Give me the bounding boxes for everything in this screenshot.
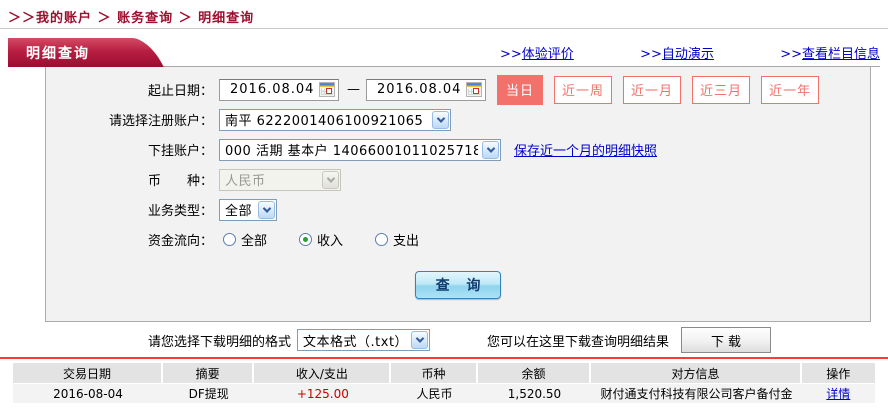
tab-detail-query[interactable]: 明细查询 [8,38,130,67]
chevron-down-icon[interactable] [411,331,429,349]
business-type-label: 业务类型： [147,204,213,219]
end-date-input[interactable]: 2016.08.04 [366,78,486,101]
sub-account-value: 000 活期 基本户 1406600101102571848 [225,144,478,159]
registered-account-row: 请选择注册账户： 南平 6222001406100921065 灵通卡 [46,105,870,134]
chevron-down-icon[interactable] [432,110,449,129]
calendar-icon[interactable] [466,82,482,97]
query-button[interactable]: 查 询 [415,271,501,299]
registered-account-select[interactable]: 南平 6222001406100921065 灵通卡 [219,108,451,131]
quick-range-quarter-button[interactable]: 近三月 [692,75,751,104]
registered-account-label: 请选择注册账户： [108,114,213,129]
chevron-down-icon [322,170,339,189]
currency-row: 币 种： 人民币 [46,165,870,194]
date-range-row: 起止日期： 2016.08.04 — 2016.08.04 当日 近一周 近一月… [46,74,870,105]
table-row: 2016-08-04 DF提现 +125.00 人民币 1,520.50 财付通… [13,384,875,403]
calendar-icon[interactable] [319,82,335,97]
sub-account-row: 下挂账户： 000 活期 基本户 1406600101102571848 保存近… [46,135,870,164]
business-type-value: 全部 [225,204,253,219]
header-balance: 余额 [478,363,592,383]
query-button-row: 查 询 [46,271,870,299]
header-action: 操作 [826,366,851,381]
download-row: 请您选择下载明细的格式 文本格式（.txt） 您可以在这里下载查询明细结果 下载 [0,327,888,353]
fund-flow-option-expense[interactable]: 支出 [375,230,419,249]
chevron-down-icon[interactable] [258,200,275,219]
link-auto-demo[interactable]: >>自动演示 [640,43,714,62]
cell-currency: 人民币 [416,387,453,401]
fund-flow-label: 资金流向： [147,234,213,249]
breadcrumb-divider [0,28,888,29]
cell-action: 详情 [802,384,875,403]
link-column-info[interactable]: >>查看栏目信息 [780,43,880,62]
currency-value: 人民币 [225,174,266,189]
fund-flow-row: 资金流向： 全部 收入 支出 [46,225,870,254]
detail-link[interactable]: 详情 [826,385,850,402]
fund-flow-option-all[interactable]: 全部 [223,230,267,249]
result-table: 交易日期 摘要 收入/支出 币种 余额 对方信息 操作 2016-08-04 D… [13,363,875,403]
download-format-label: 请您选择下载明细的格式 [148,334,292,350]
business-type-select[interactable]: 全部 [219,198,277,221]
fund-flow-option-income[interactable]: 收入 [299,230,343,249]
snapshot-link[interactable]: 保存近一个月的明细快照 [514,140,657,159]
radio-icon[interactable] [223,233,236,246]
quick-range-year-button[interactable]: 近一年 [761,75,820,104]
cell-trade-date: 2016-08-04 [53,386,123,401]
breadcrumb-item-my-account[interactable]: 我的账户 [36,11,92,26]
cell-counterparty: 财付通支付科技有限公司客户备付金 [600,387,793,401]
top-links: >>体验评价 >>自动演示 >>查看栏目信息 [500,43,880,62]
cell-balance: 1,520.50 [507,386,562,401]
download-format-select[interactable]: 文本格式（.txt） [297,329,431,351]
end-date-value: 2016.08.04 [377,82,462,97]
start-date-input[interactable]: 2016.08.04 [219,78,339,101]
fund-flow-radio-group: 全部 收入 支出 [223,230,451,249]
sub-account-select[interactable]: 000 活期 基本户 1406600101102571848 [219,138,501,161]
quick-range-week-button[interactable]: 近一周 [554,75,613,104]
table-top-divider [0,357,888,359]
currency-label: 币 种： [147,174,213,189]
header-summary: 摘要 [163,363,255,383]
header-income-expense: 收入/支出 [254,363,392,383]
quick-range-month-button[interactable]: 近一月 [623,75,682,104]
header-counterparty: 对方信息 [591,363,802,383]
table-header-row: 交易日期 摘要 收入/支出 币种 余额 对方信息 操作 [13,363,875,383]
start-date-value: 2016.08.04 [230,82,315,97]
sub-account-label: 下挂账户： [147,144,213,159]
header-currency: 币种 [391,363,478,383]
tab-label: 明细查询 [26,45,90,62]
cell-amount: +125.00 [296,386,349,401]
download-format-value: 文本格式（.txt） [303,334,408,350]
header-trade-date: 交易日期 [13,363,163,383]
download-hint: 您可以在这里下载查询明细结果 [487,334,670,350]
registered-account-value: 南平 6222001406100921065 灵通卡 [225,114,428,129]
download-button[interactable]: 下载 [681,327,772,353]
breadcrumb-prefix: ＞＞ [8,11,37,26]
business-type-row: 业务类型： 全部 [46,195,870,224]
radio-icon[interactable] [299,233,313,246]
breadcrumb-separator: ＞ [92,11,118,26]
date-range-dash: — [347,82,360,97]
chevron-down-icon[interactable] [482,140,499,159]
breadcrumb-item-account-query[interactable]: 账务查询 [117,11,173,26]
breadcrumb: ＞＞我的账户 ＞ 账务查询 ＞ 明细查询 [8,7,254,26]
date-range-label: 起止日期： [147,84,213,99]
quick-range-today-button[interactable]: 当日 [497,74,544,105]
radio-icon[interactable] [375,233,389,246]
cell-summary: DF提现 [188,387,229,401]
breadcrumb-separator: ＞ [173,11,199,26]
currency-select: 人民币 [219,168,341,191]
breadcrumb-item-detail-query[interactable]: 明细查询 [198,11,254,26]
link-experience-review[interactable]: >>体验评价 [500,43,574,62]
query-form-panel: 起止日期： 2016.08.04 — 2016.08.04 当日 近一周 近一月… [45,67,871,322]
